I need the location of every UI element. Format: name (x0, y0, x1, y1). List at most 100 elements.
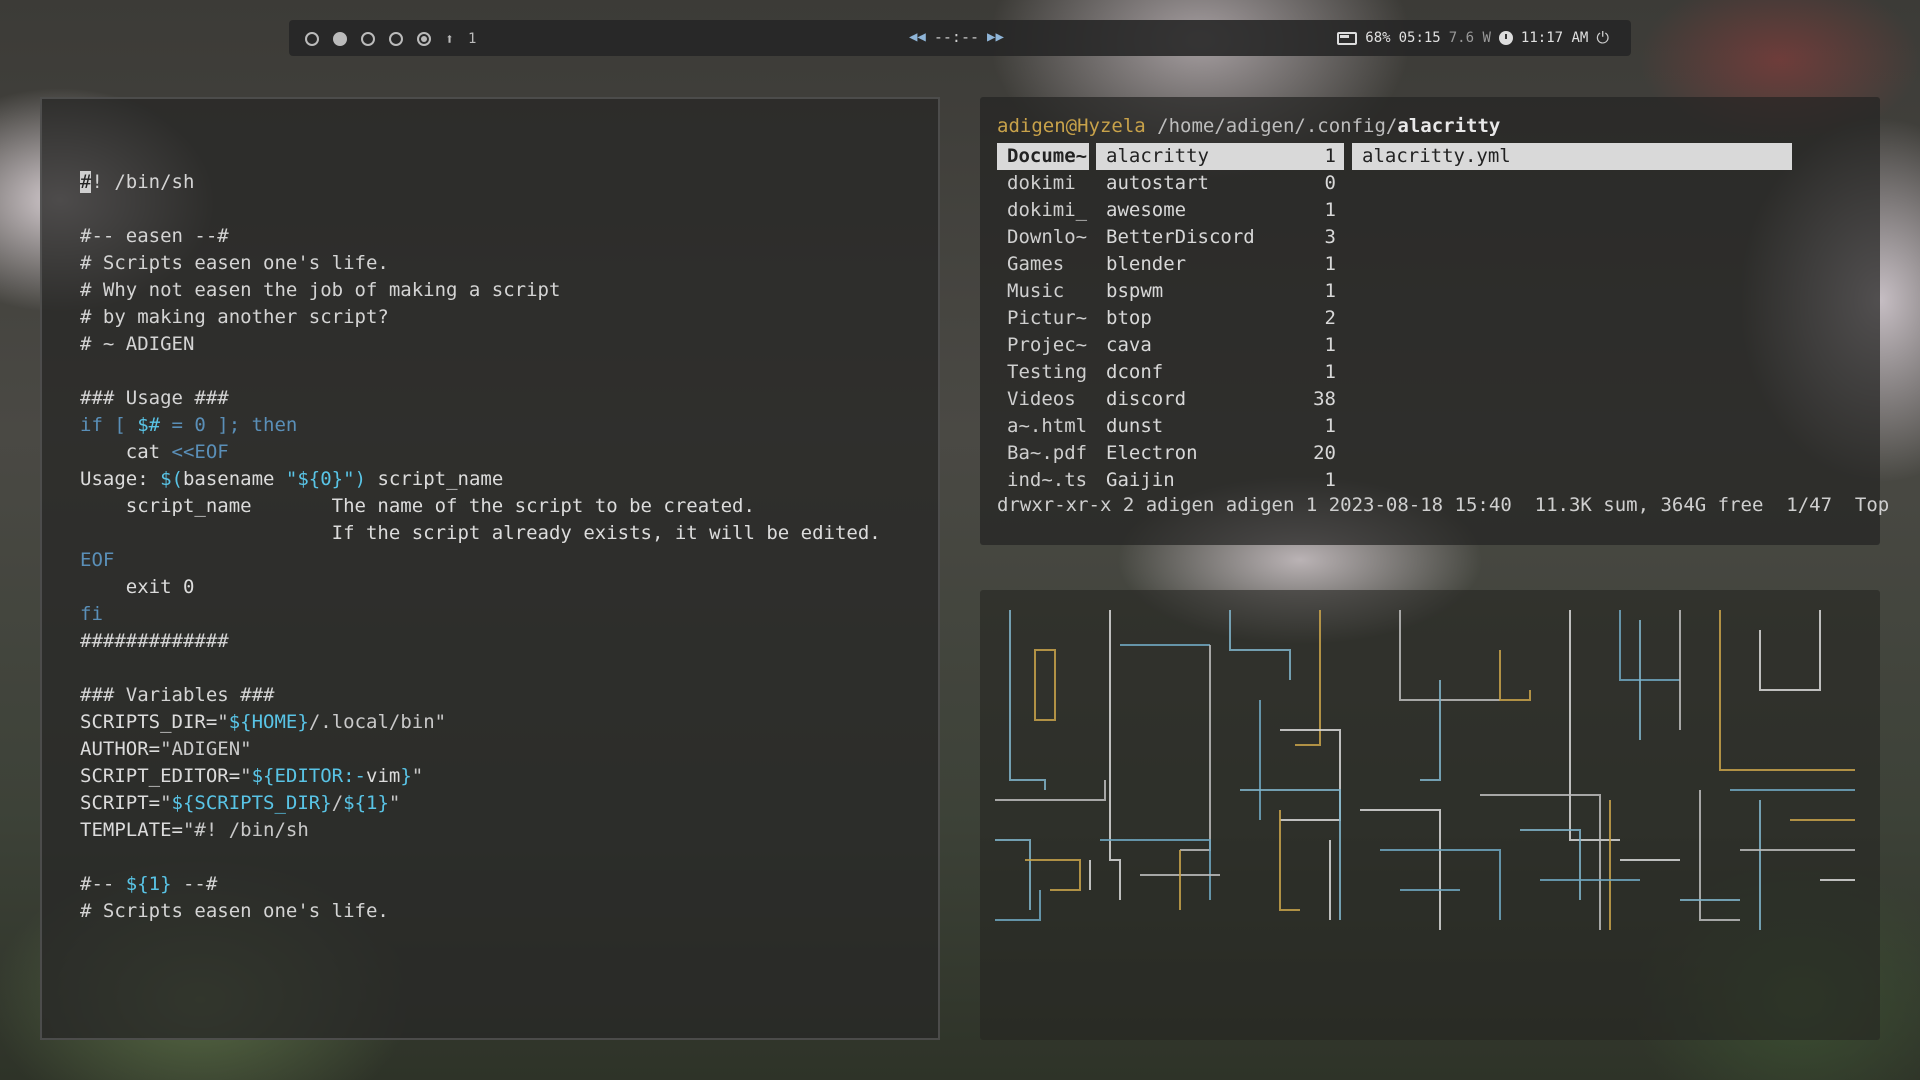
code-token: TEMPLATE= (80, 819, 183, 841)
code-token: " (217, 711, 229, 733)
fm-parent-item[interactable]: dokimi_ (997, 197, 1089, 224)
next-track-icon[interactable]: ▶▶ (987, 29, 1004, 45)
code-line[interactable]: AUTHOR="ADIGEN" (80, 736, 881, 763)
fm-entry-count: 20 (1313, 442, 1336, 464)
fm-entry[interactable]: blender 1 (1096, 251, 1344, 278)
editor-terminal[interactable]: #! /bin/sh #-- easen --# # Scripts easen … (40, 97, 940, 1040)
code-line[interactable] (80, 844, 881, 871)
fm-entry-name: discord (1106, 388, 1187, 410)
code-line[interactable]: #-- easen --# (80, 223, 881, 250)
code-token: <<EOF (171, 441, 229, 463)
code-line[interactable]: #-- ${1} --# (80, 871, 881, 898)
code-token: SCRIPT= (80, 792, 161, 814)
fm-entry[interactable]: btop 2 (1096, 305, 1344, 332)
fm-parent-item[interactable]: Docume~ (997, 143, 1089, 170)
fm-entry-count: 2 (1324, 307, 1336, 329)
fm-entry[interactable]: dunst 1 (1096, 413, 1344, 440)
code-line[interactable]: SCRIPT_EDITOR="${EDITOR:-vim}" (80, 763, 881, 790)
fm-parent-item[interactable]: Projec~ (997, 332, 1089, 359)
code-line[interactable]: ### Variables ### (80, 682, 881, 709)
pipes-terminal[interactable] (980, 590, 1880, 1040)
file-manager-terminal[interactable]: adigen@Hyzela /home/adigen/.config/alacr… (980, 97, 1889, 545)
clock[interactable]: 11:17 AM (1521, 30, 1588, 46)
code-line[interactable]: # ~ ADIGEN (80, 331, 881, 358)
code-token: exit 0 (80, 576, 195, 598)
code-line[interactable] (80, 655, 881, 682)
fm-entry[interactable]: awesome 1 (1096, 197, 1344, 224)
fm-preview-column[interactable]: alacritty.yml (1352, 143, 1792, 170)
code-token: # ~ ADIGEN (80, 333, 195, 355)
fm-entry-count: 3 (1324, 226, 1336, 248)
code-line[interactable]: fi (80, 601, 881, 628)
pipe-segment (1360, 809, 1441, 930)
workspace-3-indicator[interactable] (361, 32, 375, 46)
fm-entry[interactable]: bspwm 1 (1096, 278, 1344, 305)
code-line[interactable]: #! /bin/sh (80, 169, 881, 196)
code-token: / (331, 792, 344, 814)
code-buffer[interactable]: #! /bin/sh #-- easen --# # Scripts easen … (80, 169, 881, 925)
workspace-4-indicator[interactable] (389, 32, 403, 46)
fm-parent-item[interactable]: Music (997, 278, 1089, 305)
code-line[interactable]: exit 0 (80, 574, 881, 601)
pipes-animation (995, 610, 1855, 930)
prev-track-icon[interactable]: ◀◀ (909, 29, 926, 45)
fm-parent-column[interactable]: Docume~ dokimi dokimi_ Downlo~ Games Music Pic… (997, 143, 1089, 494)
pipe-segment (995, 890, 1041, 921)
workspace-5-indicator[interactable] (417, 32, 431, 46)
pipe-segment (1759, 610, 1821, 691)
code-token: Usage: (80, 468, 161, 490)
pipe-segment (1009, 610, 1046, 790)
fm-entry[interactable]: alacritty 1 (1096, 143, 1344, 170)
code-line[interactable]: # Scripts easen one's life. (80, 898, 881, 925)
code-line[interactable] (80, 358, 881, 385)
fm-user-host: adigen@Hyzela (997, 115, 1146, 137)
code-line[interactable]: # Why not easen the job of making a scri… (80, 277, 881, 304)
fm-parent-item[interactable]: a~.html (997, 413, 1089, 440)
fm-entry-count: 38 (1313, 388, 1336, 410)
fm-parent-item[interactable]: Downlo~ (997, 224, 1089, 251)
code-line[interactable]: ############# (80, 628, 881, 655)
code-line[interactable]: # by making another script? (80, 304, 881, 331)
code-token: $( (160, 468, 183, 490)
code-line[interactable]: ### Usage ### (80, 385, 881, 412)
code-line[interactable]: SCRIPTS_DIR="${HOME}/.local/bin" (80, 709, 881, 736)
fm-parent-item[interactable]: Pictur~ (997, 305, 1089, 332)
pipe-segment (1109, 610, 1121, 900)
power-icon[interactable]: ⏻ (1596, 28, 1609, 48)
text-cursor: # (80, 171, 92, 193)
updates-icon[interactable]: ⬆ (445, 30, 454, 48)
pipe-segment (1420, 680, 1441, 781)
fm-parent-item[interactable]: Games (997, 251, 1089, 278)
fm-parent-item[interactable]: Ba~.pdf (997, 440, 1089, 467)
fm-parent-item[interactable]: dokimi (997, 170, 1089, 197)
code-line[interactable]: if [ $# = 0 ]; then (80, 412, 881, 439)
fm-parent-item[interactable]: ind~.ts (997, 467, 1089, 494)
code-line[interactable]: SCRIPT="${SCRIPTS_DIR}/${1}" (80, 790, 881, 817)
fm-parent-item[interactable]: Testing (997, 359, 1089, 386)
fm-preview-item[interactable]: alacritty.yml (1352, 143, 1792, 170)
code-line[interactable]: Usage: $(basename "${0}") script_name (80, 466, 881, 493)
code-token: ### Usage ### (80, 387, 229, 409)
fm-entry[interactable]: autostart 0 (1096, 170, 1344, 197)
fm-entry[interactable]: BetterDiscord 3 (1096, 224, 1344, 251)
fm-entry[interactable]: dconf 1 (1096, 359, 1344, 386)
code-line[interactable]: cat <<EOF (80, 439, 881, 466)
pipe-segment (1619, 610, 1680, 681)
workspace-1-indicator[interactable] (305, 32, 319, 46)
fm-entry[interactable]: Electron 20 (1096, 440, 1344, 467)
code-line[interactable]: TEMPLATE="#! /bin/sh (80, 817, 881, 844)
fm-parent-item[interactable]: Videos (997, 386, 1089, 413)
code-line[interactable]: If the script already exists, it will be… (80, 520, 881, 547)
code-line[interactable]: script_name The name of the script to be… (80, 493, 881, 520)
pipe-segment (1240, 789, 1341, 920)
fm-current-column[interactable]: alacritty 1 autostart 0 awesome 1 BetterDiscor… (1096, 143, 1344, 494)
workspace-2-indicator[interactable] (333, 32, 347, 46)
code-line[interactable]: EOF (80, 547, 881, 574)
fm-status-line: drwxr-xr-x 2 adigen adigen 1 2023-08-18 … (997, 494, 1890, 516)
code-line[interactable] (80, 196, 881, 223)
code-line[interactable]: # Scripts easen one's life. (80, 250, 881, 277)
code-token: ${HOME} (228, 711, 309, 733)
fm-entry[interactable]: Gaijin 1 (1096, 467, 1344, 494)
fm-entry[interactable]: cava 1 (1096, 332, 1344, 359)
fm-entry[interactable]: discord 38 (1096, 386, 1344, 413)
